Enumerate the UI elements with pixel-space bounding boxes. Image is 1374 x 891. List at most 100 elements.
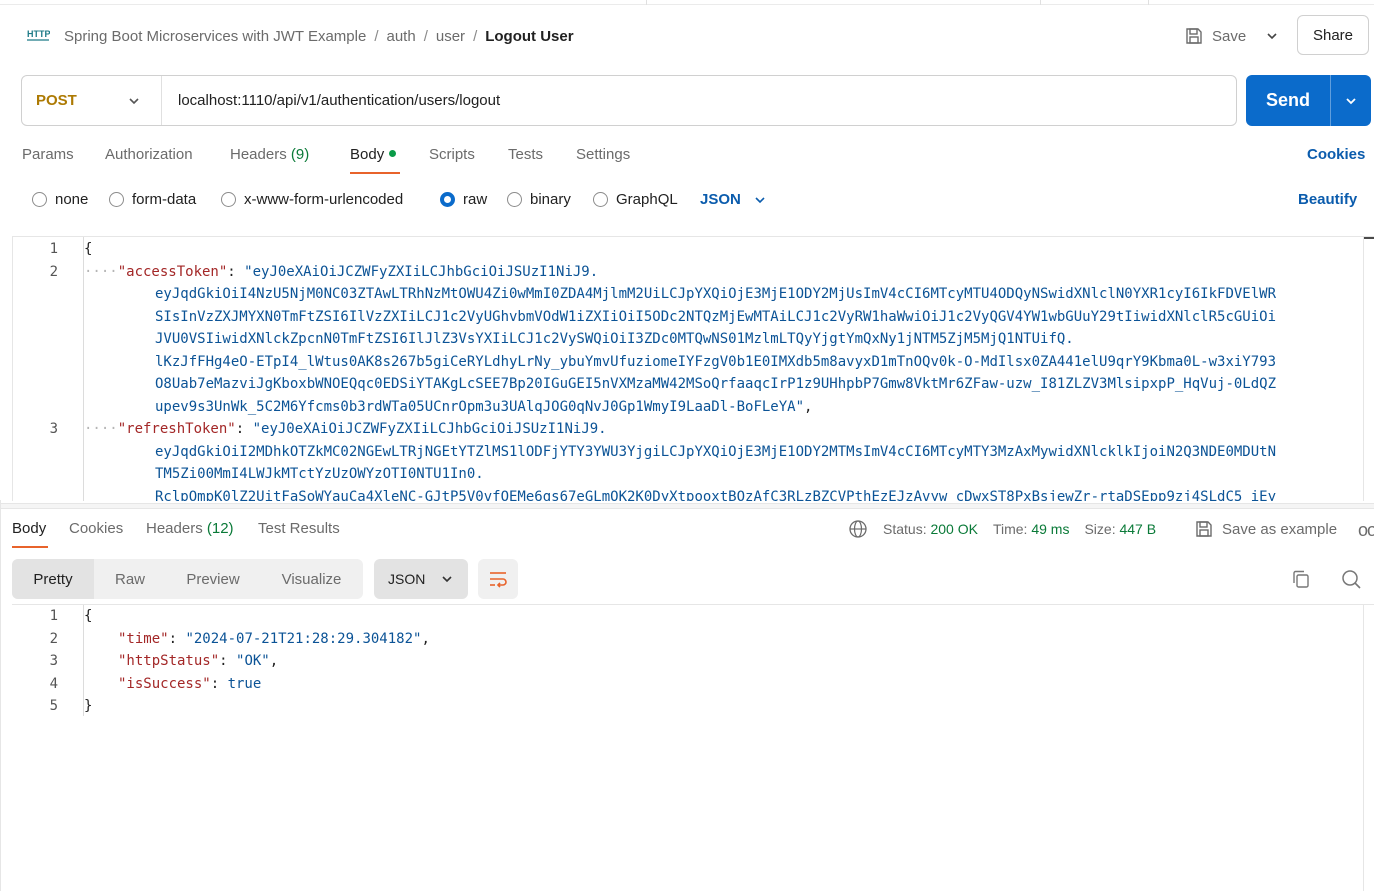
response-body-viewer[interactable] (12, 604, 1374, 891)
code-wrap-line: JVU0VSIiwidXNlckZpcnN0TmFtZSI6IlJlZ3VsYX… (155, 331, 1074, 347)
status-value[interactable]: 200 OK (930, 521, 977, 537)
line-number: 1 (49, 241, 58, 257)
share-label: Share (1312, 26, 1354, 44)
radio-graphql[interactable]: GraphQL (593, 191, 678, 208)
line-number: 4 (49, 676, 58, 692)
json-string: "2024-07-21T21:28:29.304182" (185, 631, 422, 647)
svg-text:HTTP: HTTP (27, 29, 50, 39)
search-icon[interactable] (1340, 568, 1362, 590)
json-string: "OK" (236, 653, 270, 669)
tab-authorization[interactable]: Authorization (105, 146, 193, 163)
response-headers-count: (12) (206, 520, 234, 537)
code-line: { (84, 241, 93, 257)
view-pretty[interactable]: Pretty (12, 559, 94, 599)
tab-params[interactable]: Params (22, 146, 74, 163)
code-wrap-line: eyJqdGkiOiI4NzU5NjM0NC03ZTAwLTRhNzMtOWU4… (155, 286, 1277, 302)
headers-count: (9) (290, 146, 310, 163)
code-wrap-line: eyJqdGkiOiI2MDhkOTZkMC02NGEwLTRjNGEtYTZl… (155, 444, 1277, 460)
response-tab-test-results[interactable]: Test Results (258, 520, 340, 537)
response-format-select[interactable]: JSON (374, 559, 468, 599)
view-preview[interactable]: Preview (166, 559, 260, 599)
editor-scrollbar[interactable] (1363, 236, 1374, 501)
line-number: 3 (49, 653, 58, 669)
save-as-example-label: Save as example (1222, 520, 1338, 538)
tab-tests[interactable]: Tests (508, 146, 543, 163)
pane-resize-divider[interactable] (0, 503, 1374, 509)
wrap-lines-icon (490, 572, 507, 588)
json-string: "eyJ0eXAiOiJCZWFyZXIiLCJhbGciOiJSUzI1NiJ… (244, 264, 599, 280)
code-wrap-line: upev9s3UnWk_5C2M6Yfcms0b3rdWTa05UCnrOpm3… (155, 399, 813, 415)
copy-icon[interactable] (1290, 568, 1312, 590)
chevron-down-icon (129, 97, 139, 104)
code-line: { (84, 608, 93, 624)
method-select[interactable]: POST (22, 76, 162, 125)
view-visualize[interactable]: Visualize (260, 559, 363, 599)
radio-none[interactable]: none (32, 191, 88, 208)
line-number: 5 (49, 698, 58, 714)
beautify-link[interactable]: Beautify (1298, 191, 1357, 208)
time-label: Time: (992, 521, 1028, 537)
tab-headers[interactable]: Headers (9) (230, 146, 309, 163)
tab-body[interactable]: Body (350, 146, 397, 163)
cookies-link[interactable]: Cookies (1307, 146, 1365, 163)
breadcrumb-folder[interactable]: auth (387, 28, 416, 45)
left-border (0, 500, 1, 891)
code-wrap-line: SIsInVzZXJMYXN0TmFtZSI6IlVzZXIiLCJ1c2VyU… (155, 309, 1277, 325)
chevron-down-icon (755, 196, 765, 203)
url-input[interactable] (162, 76, 1236, 125)
json-key: "time" (118, 631, 169, 647)
radio-raw[interactable]: raw (440, 191, 487, 208)
save-button[interactable]: Save (1184, 22, 1246, 50)
breadcrumb: Spring Boot Microservices with JWT Examp… (64, 26, 574, 46)
time-value[interactable]: 49 ms (1031, 521, 1069, 537)
body-language-select[interactable]: JSON (700, 191, 767, 208)
json-boolean: true (227, 676, 262, 692)
url-bar: POST (21, 75, 1237, 126)
json-key: "isSuccess" (118, 676, 211, 692)
language-label: JSON (700, 191, 741, 208)
save-label: Save (1212, 27, 1247, 45)
request-name[interactable]: Logout User (485, 28, 573, 45)
response-tab-cookies[interactable]: Cookies (69, 520, 123, 537)
code-wrap-line: RclpOmpK0lZ2UitFaSoWYauCa4XleNC-GJtP5V0v… (155, 489, 1277, 501)
radio-form-data[interactable]: form-data (109, 191, 196, 208)
json-key: "httpStatus" (118, 653, 220, 669)
breadcrumb-collection[interactable]: Spring Boot Microservices with JWT Examp… (64, 28, 366, 45)
radio-circle (109, 192, 124, 207)
json-key: "accessToken" (117, 264, 228, 280)
globe-icon[interactable] (848, 519, 868, 539)
tab-settings[interactable]: Settings (576, 146, 630, 163)
wrap-lines-button[interactable] (478, 559, 518, 599)
line-number: 2 (49, 631, 58, 647)
radio-circle (593, 192, 608, 207)
more-options-icon[interactable]: ooo (1358, 520, 1374, 541)
save-as-example-button[interactable]: Save as example (1194, 519, 1337, 539)
breadcrumb-separator: / (374, 27, 379, 45)
tab-separator (646, 0, 647, 5)
json-string: "eyJ0eXAiOiJCZWFyZXIiLCJhbGciOiJSUzI1NiJ… (252, 421, 607, 437)
body-modified-dot (389, 150, 397, 157)
view-raw[interactable]: Raw (94, 559, 166, 599)
code-wrap-line: TM5Zi00MmI4LWJkMTctYzUzOWYzOTI0NTU1In0. (155, 466, 484, 482)
active-response-tab-underline (12, 546, 48, 548)
code-line: "httpStatus": "OK", (118, 653, 279, 669)
breadcrumb-subfolder[interactable]: user (436, 28, 465, 45)
code-line: "time": "2024-07-21T21:28:29.304182", (118, 631, 430, 647)
save-icon (1186, 28, 1202, 44)
viewer-scrollbar[interactable] (1363, 604, 1374, 891)
radio-circle (221, 192, 236, 207)
send-options-chevron-icon[interactable] (1331, 94, 1371, 108)
share-button[interactable]: Share (1297, 15, 1369, 55)
response-tab-body[interactable]: Body (12, 520, 46, 537)
save-options-chevron-icon[interactable] (1262, 26, 1282, 46)
radio-circle (507, 192, 522, 207)
response-tab-headers[interactable]: Headers (12) (146, 520, 234, 537)
send-button[interactable]: Send (1246, 75, 1371, 126)
response-meta: Status: 200 OK Time: 49 ms Size: 447 B (848, 519, 1156, 539)
radio-binary[interactable]: binary (507, 191, 571, 208)
radio-x-www-form-urlencoded[interactable]: x-www-form-urlencoded (221, 191, 403, 208)
size-value[interactable]: 447 B (1119, 521, 1156, 537)
tab-scripts[interactable]: Scripts (429, 146, 475, 163)
radio-circle (32, 192, 47, 207)
tab-separator (1148, 0, 1149, 5)
